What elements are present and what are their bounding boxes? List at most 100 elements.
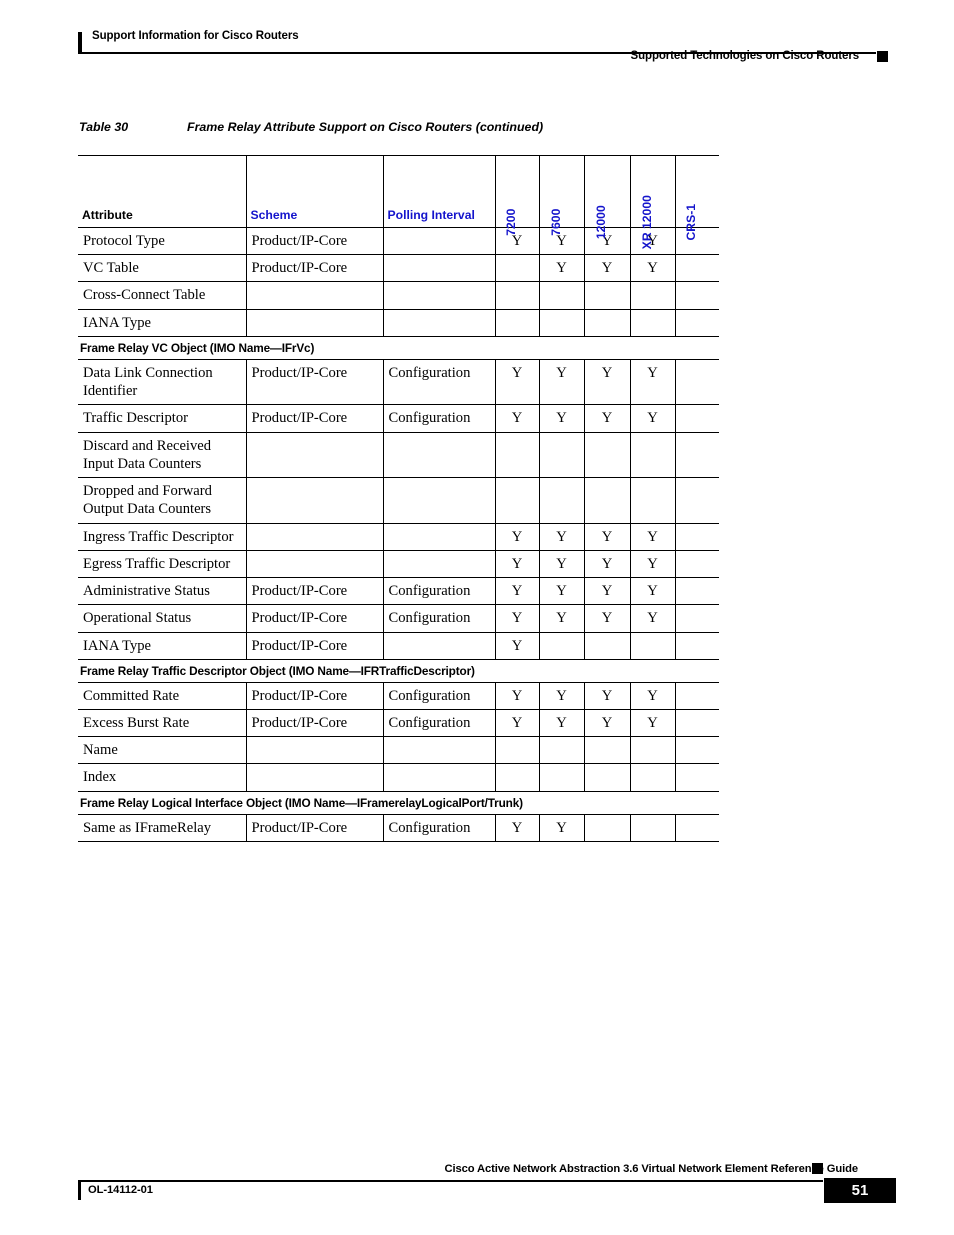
cell-scheme: Product/IP-Core xyxy=(246,359,384,406)
cell-scheme xyxy=(246,550,384,579)
cell-scheme xyxy=(246,477,384,524)
cell-polling-interval xyxy=(383,477,496,524)
table-row: Administrative Status Product/IP-Core Conf… xyxy=(78,577,719,606)
column-header-xr-12000: XR 12000 xyxy=(630,155,676,249)
table-row: Egress Traffic Descriptor Y Y Y Y xyxy=(78,550,719,579)
cell-support-7200: Y xyxy=(495,604,540,633)
table-row: Discard and Received Input Data Counters xyxy=(78,432,719,479)
column-header-polling-interval: Polling Interval xyxy=(383,155,496,228)
column-header-crs-1-label: CRS-1 xyxy=(684,203,699,241)
table-row: Traffic Descriptor Product/IP-Core Configu… xyxy=(78,404,719,433)
cell-support-crs-1 xyxy=(675,309,719,337)
cell-support-crs-1 xyxy=(675,477,719,524)
cell-support-12000 xyxy=(584,736,631,765)
cell-support-xr-12000 xyxy=(630,432,676,479)
cell-support-7200: Y xyxy=(495,632,540,660)
cell-support-xr-12000 xyxy=(630,632,676,660)
cell-attribute: IANA Type xyxy=(78,309,247,337)
cell-attribute: Protocol Type xyxy=(78,227,247,256)
cell-support-12000 xyxy=(584,763,631,792)
cell-scheme xyxy=(246,523,384,551)
cell-scheme xyxy=(246,763,384,792)
cell-polling-interval: Configuration xyxy=(383,404,496,433)
column-header-crs-1: CRS-1 xyxy=(675,155,720,241)
cell-support-xr-12000: Y xyxy=(630,523,676,551)
cell-support-7200: Y xyxy=(495,814,540,842)
cell-scheme xyxy=(246,736,384,765)
cell-scheme xyxy=(246,309,384,337)
cell-support-12000 xyxy=(584,309,631,337)
column-header-xr-12000-box: XR 12000 xyxy=(631,156,675,249)
cell-support-xr-12000: Y xyxy=(630,577,676,606)
cell-support-7600 xyxy=(539,736,585,765)
cell-support-crs-1 xyxy=(675,736,719,765)
cell-support-12000: Y xyxy=(584,254,631,283)
column-header-crs-1-box: CRS-1 xyxy=(676,156,720,241)
column-header-xr-12000-label: XR 12000 xyxy=(639,194,654,250)
cell-support-xr-12000: Y xyxy=(630,550,676,579)
cell-attribute: Egress Traffic Descriptor xyxy=(78,550,247,579)
cell-support-7200: Y xyxy=(495,550,540,579)
cell-support-7200: Y xyxy=(495,709,540,738)
cell-support-7600: Y xyxy=(539,814,585,842)
cell-attribute: Discard and Received Input Data Counters xyxy=(78,432,247,479)
cell-support-12000: Y xyxy=(584,709,631,738)
cell-support-12000: Y xyxy=(584,577,631,606)
cell-support-7600: Y xyxy=(539,523,585,551)
cell-support-12000: Y xyxy=(584,404,631,433)
cell-support-7600: Y xyxy=(539,254,585,283)
header-chapter-title: Support Information for Cisco Routers xyxy=(92,30,299,42)
header-left-tab-marker xyxy=(78,32,82,52)
cell-attribute: Dropped and Forward Output Data Counters xyxy=(78,477,247,524)
cell-support-12000 xyxy=(584,632,631,660)
cell-support-12000: Y xyxy=(584,682,631,710)
cell-polling-interval: Configuration xyxy=(383,577,496,606)
cell-scheme: Product/IP-Core xyxy=(246,577,384,606)
cell-scheme xyxy=(246,281,384,310)
cell-support-xr-12000 xyxy=(630,281,676,310)
table-row: Data Link Connection Identifier Product/I… xyxy=(78,359,719,406)
cell-polling-interval xyxy=(383,736,496,765)
table-row: IANA Type xyxy=(78,309,719,337)
cell-polling-interval xyxy=(383,432,496,479)
cell-support-7200 xyxy=(495,254,540,283)
cell-polling-interval xyxy=(383,763,496,792)
cell-support-12000: Y xyxy=(584,604,631,633)
footer-guide-title: Cisco Active Network Abstraction 3.6 Vir… xyxy=(444,1163,858,1175)
cell-support-7200 xyxy=(495,432,540,479)
table-header-row: Attribute Scheme Polling Interval 7200 7… xyxy=(78,155,720,249)
cell-attribute: Name xyxy=(78,736,247,765)
table-section-header-row: Frame Relay Logical Interface Object (IM… xyxy=(78,791,719,815)
cell-support-12000 xyxy=(584,477,631,524)
column-header-polling-interval-label: Polling Interval xyxy=(387,207,475,222)
column-header-7200: 7200 xyxy=(495,155,540,236)
cell-polling-interval xyxy=(383,254,496,283)
cell-support-xr-12000: Y xyxy=(630,404,676,433)
table-row: Name xyxy=(78,736,719,765)
cell-support-12000: Y xyxy=(584,359,631,406)
footer-page-number: 51 xyxy=(851,1182,869,1199)
cell-support-12000 xyxy=(584,432,631,479)
cell-support-xr-12000 xyxy=(630,309,676,337)
cell-support-crs-1 xyxy=(675,709,719,738)
frame-relay-attribute-table: Attribute Scheme Polling Interval 7200 7… xyxy=(78,155,719,842)
cell-support-xr-12000: Y xyxy=(630,254,676,283)
cell-scheme: Product/IP-Core xyxy=(246,254,384,283)
cell-support-7600: Y xyxy=(539,577,585,606)
column-header-12000: 12000 xyxy=(584,155,631,239)
cell-polling-interval xyxy=(383,281,496,310)
cell-support-7200: Y xyxy=(495,577,540,606)
cell-support-xr-12000: Y xyxy=(630,604,676,633)
cell-support-crs-1 xyxy=(675,523,719,551)
cell-support-xr-12000 xyxy=(630,736,676,765)
table-row: Protocol Type Product/IP-Core Y Y Y Y xyxy=(78,227,719,256)
cell-attribute: Operational Status xyxy=(78,604,247,633)
cell-attribute: Index xyxy=(78,763,247,792)
cell-polling-interval: Configuration xyxy=(383,682,496,710)
footer-left-tab-marker xyxy=(78,1182,81,1200)
cell-attribute: Administrative Status xyxy=(78,577,247,606)
cell-support-7600: Y xyxy=(539,359,585,406)
cell-support-7600 xyxy=(539,432,585,479)
cell-support-7200 xyxy=(495,309,540,337)
footer-document-number: OL-14112-01 xyxy=(88,1184,153,1196)
